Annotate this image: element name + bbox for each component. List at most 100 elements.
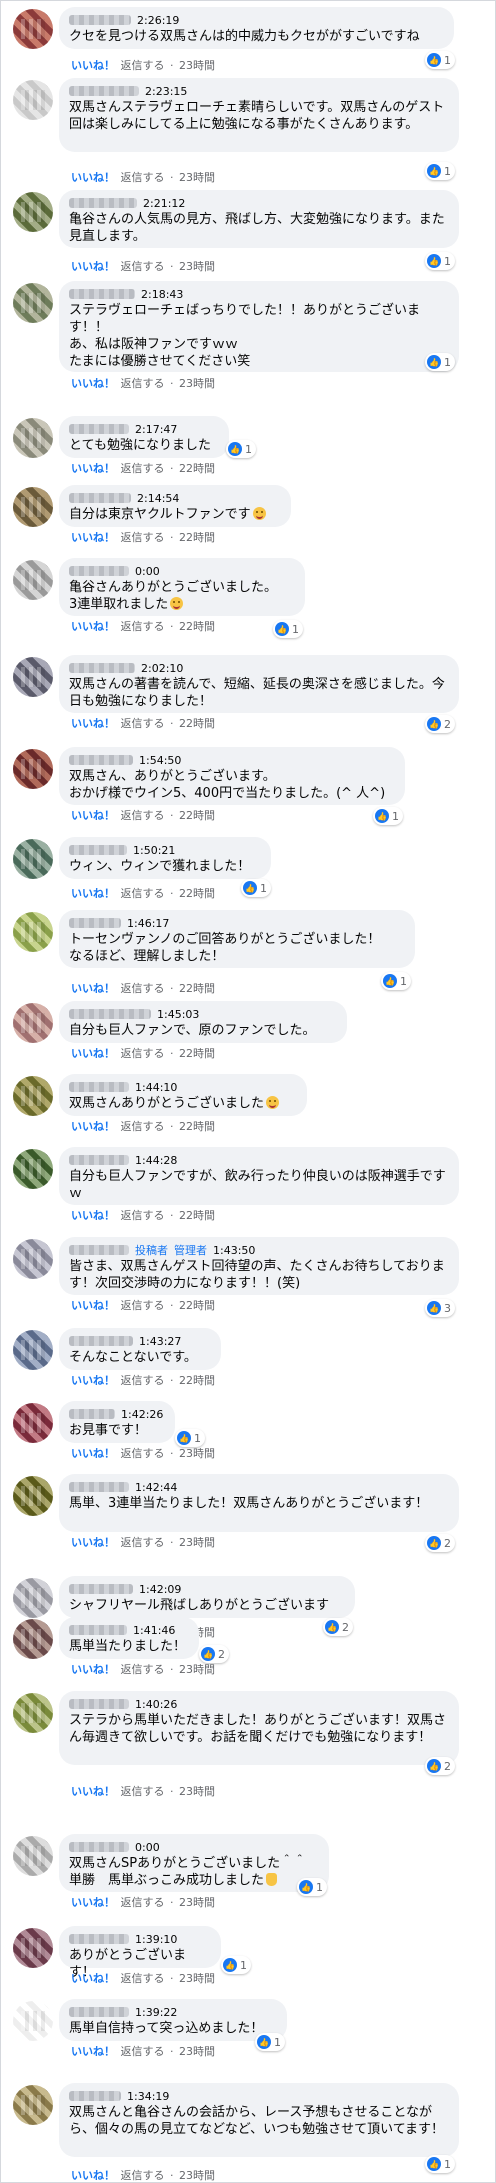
video-timestamp[interactable]: 1:44:10 [135, 1081, 177, 1094]
author-name[interactable] [69, 755, 133, 765]
comment-age[interactable]: 23時間 [179, 1785, 215, 1798]
video-timestamp[interactable]: 1:41:46 [133, 1624, 175, 1637]
reaction-count[interactable]: 👍 1 [425, 162, 455, 180]
reply-button[interactable]: 返信する [121, 1209, 165, 1222]
author-name[interactable] [69, 86, 139, 96]
video-timestamp[interactable]: 1:40:26 [135, 1698, 177, 1711]
reaction-count[interactable]: 👍 1 [425, 252, 455, 270]
video-timestamp[interactable]: 1:39:22 [135, 2006, 177, 2019]
comment-age[interactable]: 22時間 [179, 982, 215, 995]
comment-age[interactable]: 23時間 [179, 377, 215, 390]
avatar[interactable] [13, 1476, 53, 1516]
like-button[interactable]: いいね！ [71, 1209, 115, 1222]
comment-age[interactable]: 22時間 [179, 1047, 215, 1060]
avatar[interactable] [13, 9, 53, 49]
reaction-count[interactable]: 👍 2 [323, 1618, 353, 1636]
reply-button[interactable]: 返信する [121, 887, 165, 900]
comment-age[interactable]: 22時間 [179, 531, 215, 544]
author-name[interactable] [69, 1245, 129, 1255]
reply-button[interactable]: 返信する [121, 462, 165, 475]
reaction-count[interactable]: 👍 2 [425, 1534, 455, 1552]
video-timestamp[interactable]: 2:14:54 [137, 492, 179, 505]
comment-age[interactable]: 23時間 [179, 1663, 215, 1676]
like-button[interactable]: いいね！ [71, 887, 115, 900]
comment-age[interactable]: 23時間 [179, 59, 215, 72]
author-name[interactable] [69, 198, 137, 208]
like-button[interactable]: いいね！ [71, 1896, 115, 1909]
reaction-count[interactable]: 👍 1 [241, 879, 271, 897]
avatar[interactable] [13, 912, 53, 952]
like-button[interactable]: いいね！ [71, 717, 115, 730]
like-button[interactable]: いいね！ [71, 1120, 115, 1133]
like-button[interactable]: いいね！ [71, 1299, 115, 1312]
avatar[interactable] [13, 657, 53, 697]
comment-age[interactable]: 22時間 [179, 462, 215, 475]
reaction-count[interactable]: 👍 1 [226, 440, 256, 458]
avatar[interactable] [13, 2001, 53, 2041]
reply-button[interactable]: 返信する [121, 171, 165, 184]
avatar[interactable] [13, 487, 53, 527]
reaction-count[interactable]: 👍 1 [255, 2033, 285, 2051]
avatar[interactable] [13, 1149, 53, 1189]
avatar[interactable] [13, 839, 53, 879]
video-timestamp[interactable]: 2:26:19 [137, 14, 179, 27]
reply-button[interactable]: 返信する [121, 717, 165, 730]
reply-button[interactable]: 返信する [121, 1663, 165, 1676]
reply-button[interactable]: 返信する [121, 2169, 165, 2182]
reply-button[interactable]: 返信する [121, 1972, 165, 1985]
reply-button[interactable]: 返信する [121, 1447, 165, 1460]
author-name[interactable] [69, 845, 127, 855]
author-name[interactable] [69, 1336, 133, 1346]
reply-button[interactable]: 返信する [121, 2045, 165, 2058]
author-name[interactable] [69, 1625, 127, 1635]
author-name[interactable] [69, 1082, 129, 1092]
author-name[interactable] [69, 1482, 129, 1492]
comment-age[interactable]: 23時間 [179, 1536, 215, 1549]
like-button[interactable]: いいね！ [71, 1663, 115, 1676]
avatar[interactable] [13, 1403, 53, 1443]
author-name[interactable] [69, 566, 129, 576]
avatar[interactable] [13, 192, 53, 232]
reply-button[interactable]: 返信する [121, 531, 165, 544]
author-name[interactable] [69, 1934, 129, 1944]
reaction-count[interactable]: 👍 3 [425, 1299, 455, 1317]
video-timestamp[interactable]: 1:42:09 [139, 1583, 181, 1596]
avatar[interactable] [13, 1076, 53, 1116]
like-button[interactable]: いいね！ [71, 1447, 115, 1460]
avatar[interactable] [13, 1239, 53, 1279]
reaction-count[interactable]: 👍 1 [373, 807, 403, 825]
reply-button[interactable]: 返信する [121, 1896, 165, 1909]
video-timestamp[interactable]: 1:42:44 [135, 1481, 177, 1494]
author-name[interactable] [69, 493, 131, 503]
like-button[interactable]: いいね！ [71, 1972, 115, 1985]
like-button[interactable]: いいね！ [71, 1047, 115, 1060]
reply-button[interactable]: 返信する [121, 1785, 165, 1798]
video-timestamp[interactable]: 1:54:50 [139, 754, 181, 767]
like-button[interactable]: いいね！ [71, 809, 115, 822]
like-button[interactable]: いいね！ [71, 1536, 115, 1549]
reply-button[interactable]: 返信する [121, 1120, 165, 1133]
author-name[interactable] [69, 1842, 129, 1852]
reaction-count[interactable]: 👍 1 [297, 1878, 327, 1896]
avatar[interactable] [13, 1619, 53, 1659]
like-button[interactable]: いいね！ [71, 1374, 115, 1387]
avatar[interactable] [13, 283, 53, 323]
reaction-count[interactable]: 👍 1 [425, 353, 455, 371]
reaction-count[interactable]: 👍 1 [273, 620, 303, 638]
reply-button[interactable]: 返信する [121, 982, 165, 995]
like-button[interactable]: いいね！ [71, 531, 115, 544]
comment-age[interactable]: 23時間 [179, 1447, 215, 1460]
avatar[interactable] [13, 418, 53, 458]
author-name[interactable] [69, 289, 135, 299]
like-button[interactable]: いいね！ [71, 2045, 115, 2058]
like-button[interactable]: いいね！ [71, 2169, 115, 2182]
avatar[interactable] [13, 80, 53, 120]
video-timestamp[interactable]: 1:50:21 [133, 844, 175, 857]
comment-age[interactable]: 22時間 [179, 717, 215, 730]
comment-age[interactable]: 23時間 [179, 1972, 215, 1985]
like-button[interactable]: いいね！ [71, 59, 115, 72]
author-name[interactable] [69, 1409, 115, 1419]
comment-age[interactable]: 22時間 [179, 1120, 215, 1133]
author-name[interactable] [69, 1699, 129, 1709]
comment-age[interactable]: 22時間 [179, 809, 215, 822]
